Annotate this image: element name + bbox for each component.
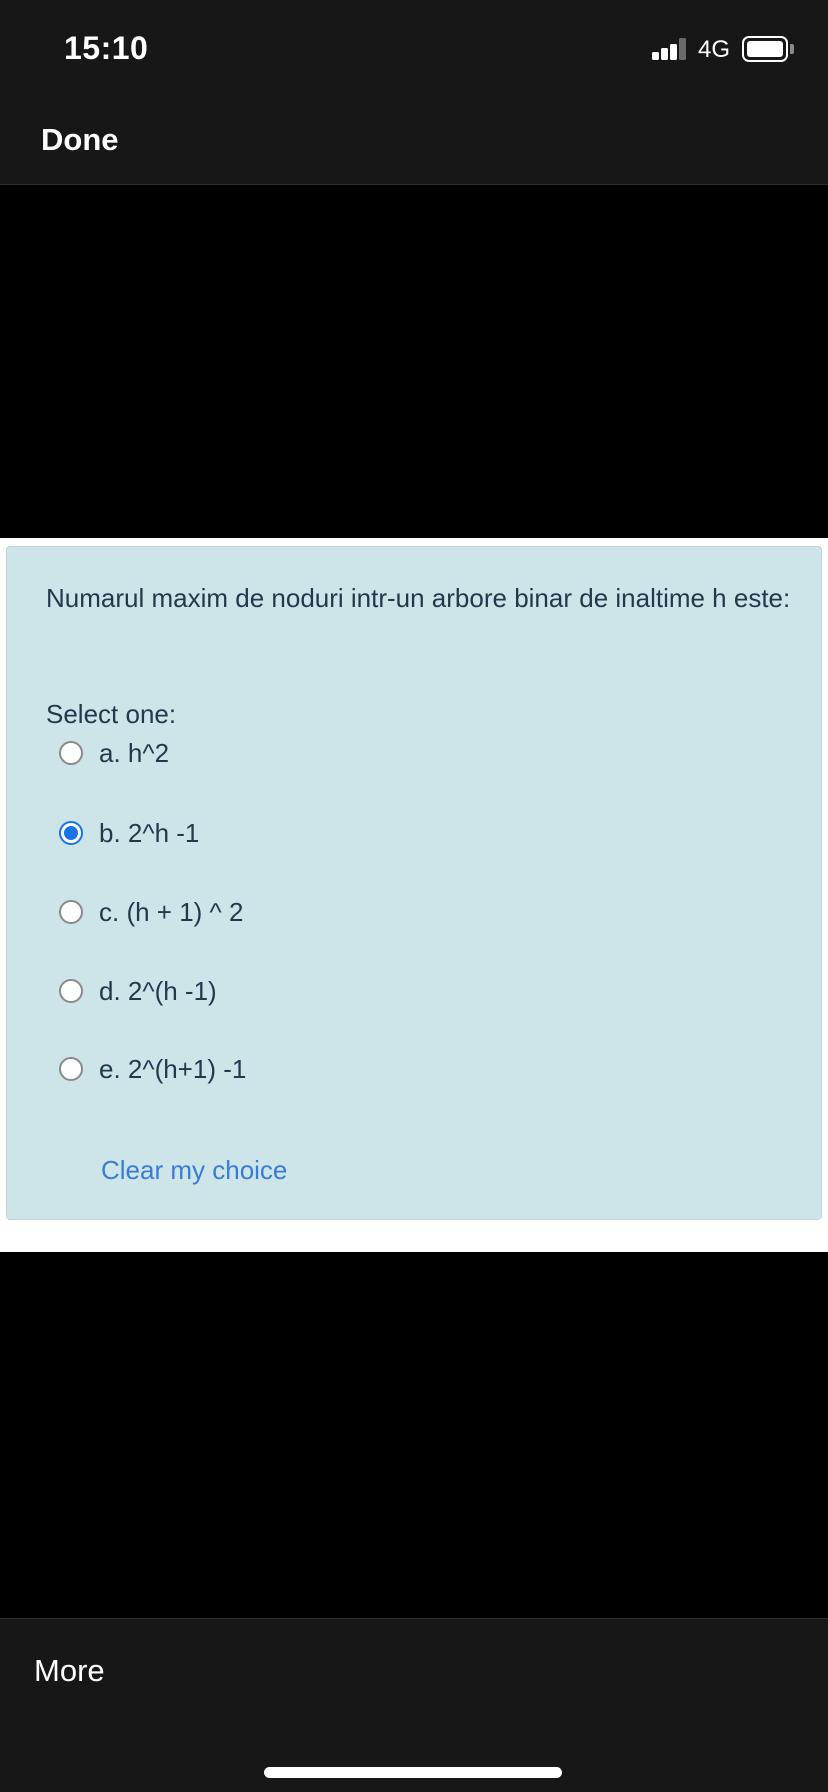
radio-button-selected[interactable] bbox=[59, 821, 83, 845]
select-one-label: Select one: bbox=[46, 699, 177, 729]
signal-icon bbox=[652, 38, 688, 60]
option-b[interactable]: b. 2^h -1 bbox=[59, 816, 199, 850]
clear-choice-link[interactable]: Clear my choice bbox=[101, 1155, 287, 1186]
option-label: e. 2^(h+1) -1 bbox=[99, 1053, 247, 1084]
question-card: Numarul maxim de noduri intr-un arbore b… bbox=[6, 546, 822, 1220]
option-a[interactable]: a. h^2 bbox=[59, 736, 169, 770]
status-bar: 15:10 4G bbox=[0, 0, 828, 92]
radio-button[interactable] bbox=[59, 741, 83, 765]
radio-button[interactable] bbox=[59, 1057, 83, 1081]
radio-button[interactable] bbox=[59, 900, 83, 924]
question-text: Numarul maxim de noduri intr-un arbore b… bbox=[46, 583, 791, 613]
done-button[interactable]: Done bbox=[41, 122, 119, 158]
option-c[interactable]: c. (h + 1) ^ 2 bbox=[59, 895, 243, 929]
option-label: c. (h + 1) ^ 2 bbox=[99, 896, 244, 927]
option-label: b. 2^h -1 bbox=[99, 817, 200, 848]
battery-tip bbox=[790, 44, 794, 54]
option-e[interactable]: e. 2^(h+1) -1 bbox=[59, 1052, 246, 1086]
status-time: 15:10 bbox=[64, 30, 149, 66]
option-label: a. h^2 bbox=[99, 737, 170, 768]
nav-bar: Done bbox=[0, 92, 828, 185]
home-indicator[interactable] bbox=[264, 1767, 562, 1778]
more-button[interactable]: More bbox=[34, 1653, 105, 1689]
radio-button[interactable] bbox=[59, 979, 83, 1003]
bottom-bar: More bbox=[0, 1618, 828, 1792]
battery-icon bbox=[742, 36, 788, 62]
option-label: d. 2^(h -1) bbox=[99, 975, 217, 1006]
network-type: 4G bbox=[698, 36, 731, 63]
option-d[interactable]: d. 2^(h -1) bbox=[59, 974, 217, 1008]
